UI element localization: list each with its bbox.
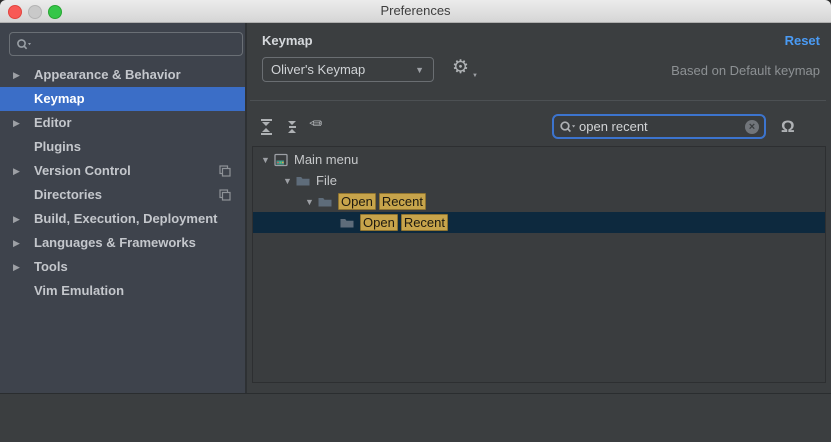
titlebar: Preferences bbox=[0, 0, 831, 23]
sidebar-item-label: Languages & Frameworks bbox=[34, 235, 196, 250]
footer-bar: ? Cancel Apply OK bbox=[0, 394, 831, 442]
settings-sidebar: Appearance & Behavior Keymap Editor Plug… bbox=[0, 23, 245, 393]
sidebar-item-label: Editor bbox=[34, 115, 72, 130]
chevron-right-icon[interactable] bbox=[13, 111, 20, 135]
sidebar-item-vim-emulation[interactable]: Vim Emulation bbox=[0, 279, 245, 303]
chevron-down-icon bbox=[415, 65, 424, 75]
search-icon bbox=[16, 38, 32, 51]
action-search-input[interactable]: open recent bbox=[552, 114, 766, 139]
chevron-right-icon[interactable] bbox=[13, 207, 20, 231]
sidebar-item-editor[interactable]: Editor bbox=[0, 111, 245, 135]
search-match-highlight: Open bbox=[360, 214, 398, 231]
chevron-down-icon[interactable] bbox=[283, 176, 295, 186]
tree-row-file[interactable]: File bbox=[253, 170, 825, 191]
window-title: Preferences bbox=[0, 0, 831, 22]
project-scope-icon bbox=[219, 165, 231, 177]
expand-all-icon[interactable] bbox=[258, 118, 274, 136]
collapse-all-icon[interactable] bbox=[284, 118, 300, 136]
gear-icon[interactable] bbox=[452, 56, 476, 80]
sidebar-item-label: Keymap bbox=[34, 91, 85, 106]
page-title: Keymap bbox=[262, 33, 313, 48]
folder-icon bbox=[295, 173, 311, 189]
chevron-right-icon[interactable] bbox=[13, 231, 20, 255]
find-by-shortcut-icon[interactable] bbox=[781, 117, 801, 137]
tree-row-label: File bbox=[316, 173, 337, 188]
tree-row-open-recent-selected[interactable]: Open Recent bbox=[253, 212, 825, 233]
sidebar-item-tools[interactable]: Tools bbox=[0, 255, 245, 279]
search-match-highlight: Recent bbox=[401, 214, 448, 231]
chevron-down-icon[interactable] bbox=[261, 155, 273, 165]
project-scope-icon bbox=[219, 189, 231, 201]
sidebar-item-directories[interactable]: Directories bbox=[0, 183, 245, 207]
clear-search-icon[interactable] bbox=[745, 120, 759, 134]
search-icon bbox=[559, 120, 576, 134]
folder-icon bbox=[317, 194, 333, 210]
sidebar-item-version-control[interactable]: Version Control bbox=[0, 159, 245, 183]
chevron-down-icon[interactable] bbox=[305, 197, 317, 207]
preferences-window: Preferences Appearance & Behavior Keymap… bbox=[0, 0, 831, 442]
based-on-label: Based on Default keymap bbox=[671, 63, 820, 78]
sidebar-item-label: Build, Execution, Deployment bbox=[34, 211, 217, 226]
sidebar-item-label: Vim Emulation bbox=[34, 283, 124, 298]
sidebar-item-label: Version Control bbox=[34, 163, 131, 178]
action-search-value: open recent bbox=[579, 119, 745, 134]
chevron-right-icon[interactable] bbox=[13, 159, 20, 183]
sidebar-item-label: Appearance & Behavior bbox=[34, 67, 181, 82]
settings-categories: Appearance & Behavior Keymap Editor Plug… bbox=[0, 63, 245, 303]
sidebar-item-keymap[interactable]: Keymap bbox=[0, 87, 245, 111]
edit-pencil-icon[interactable] bbox=[309, 114, 327, 136]
keymap-select-value: Oliver's Keymap bbox=[271, 62, 365, 77]
keymap-tree: Main menu File Open Recent Open Recent bbox=[252, 146, 826, 383]
chevron-right-icon[interactable] bbox=[13, 255, 20, 279]
reset-link[interactable]: Reset bbox=[785, 33, 820, 48]
sidebar-item-appearance-behavior[interactable]: Appearance & Behavior bbox=[0, 63, 245, 87]
keymap-select[interactable]: Oliver's Keymap bbox=[262, 57, 434, 82]
sidebar-item-label: Plugins bbox=[34, 139, 81, 154]
header-separator bbox=[250, 100, 826, 101]
settings-search-input[interactable] bbox=[9, 32, 243, 56]
chevron-right-icon[interactable] bbox=[13, 63, 20, 87]
tree-row-main-menu[interactable]: Main menu bbox=[253, 149, 825, 170]
sidebar-divider bbox=[245, 23, 247, 393]
sidebar-item-label: Tools bbox=[34, 259, 68, 274]
folder-icon bbox=[339, 215, 355, 231]
search-match-highlight: Recent bbox=[379, 193, 426, 210]
search-match-highlight: Open bbox=[338, 193, 376, 210]
main-menu-icon bbox=[273, 152, 289, 168]
tree-row-open-recent[interactable]: Open Recent bbox=[253, 191, 825, 212]
tree-row-label: Main menu bbox=[294, 152, 358, 167]
sidebar-item-build-execution-deployment[interactable]: Build, Execution, Deployment bbox=[0, 207, 245, 231]
sidebar-item-label: Directories bbox=[34, 187, 102, 202]
sidebar-item-plugins[interactable]: Plugins bbox=[0, 135, 245, 159]
sidebar-item-languages-frameworks[interactable]: Languages & Frameworks bbox=[0, 231, 245, 255]
